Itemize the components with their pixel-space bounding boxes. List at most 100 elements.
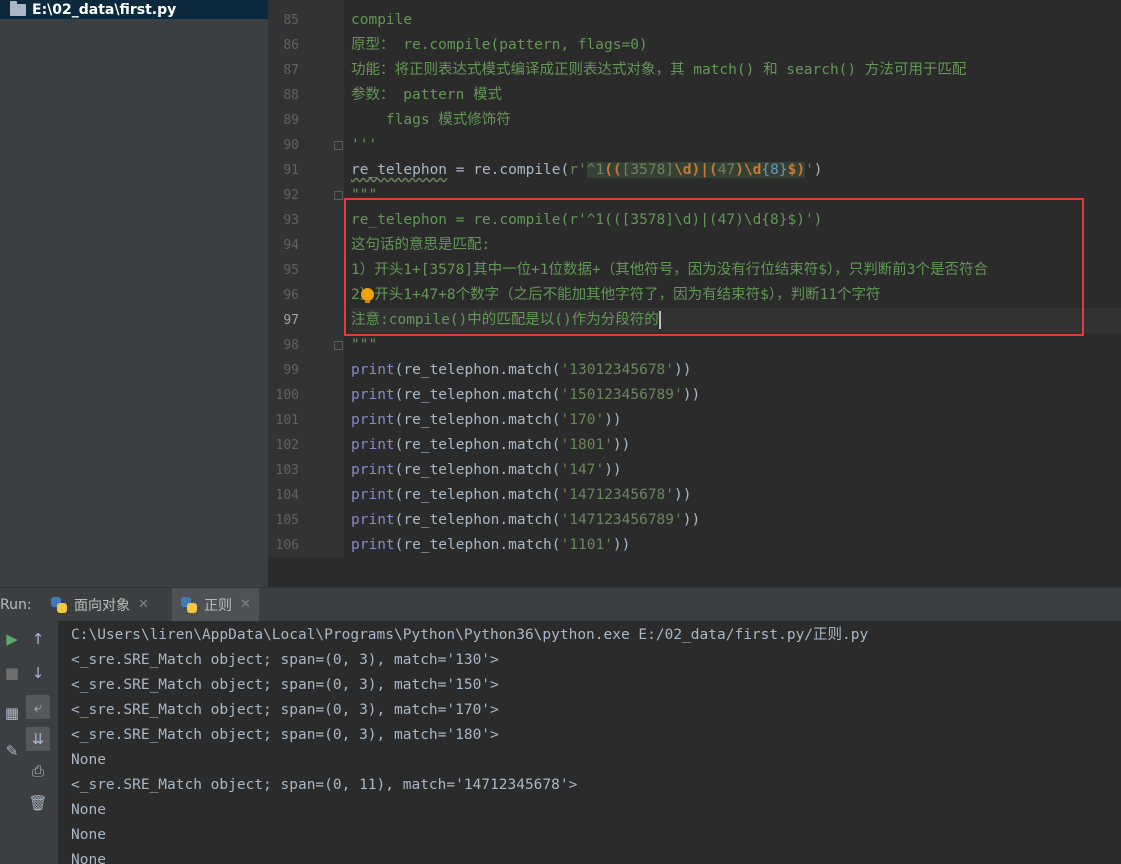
code-token: \d — [674, 162, 692, 178]
scroll-to-end-icon[interactable]: ⇊ — [26, 727, 50, 751]
code-line: print(re_telephon.match('14712345678')) — [351, 483, 692, 508]
code-line: print(re_telephon.match('147')) — [351, 458, 622, 483]
code-token: )) — [682, 387, 701, 403]
code-token: '14712345678' — [560, 487, 675, 503]
code-token: ^1 — [586, 162, 605, 178]
code-token: print — [351, 487, 395, 503]
code-token: )) — [612, 437, 631, 453]
console-output[interactable]: C:\Users\liren\AppData\Local\Programs\Py… — [58, 621, 1121, 864]
code-token: )) — [604, 412, 622, 428]
line-number-gutter: 85 86 87 88 89 90 91 92 93 94 95 96 97 98 99 100 101 102 1… — [268, 0, 344, 557]
code-line: print(re_telephon.match('13012345678')) — [351, 358, 692, 383]
code-token: (re_telephon.match( — [394, 512, 561, 528]
project-path-label: E:\02_data\first.py — [32, 1, 177, 18]
up-arrow-icon[interactable]: ↑ — [26, 627, 50, 651]
code-token: '150123456789' — [560, 387, 683, 403]
tab-mianxiangduixiang[interactable]: 面向对象 ✕ — [46, 588, 153, 621]
code-token: )) — [612, 537, 631, 553]
line-number: 105 — [275, 513, 299, 528]
tab-label: 面向对象 — [74, 597, 130, 614]
down-arrow-icon[interactable]: ↓ — [26, 661, 50, 685]
print-icon[interactable]: ⎙ — [26, 759, 50, 783]
code-token: 原型： re.compile(pattern, flags=0) — [351, 37, 648, 53]
code-token: = re.compile( — [447, 162, 570, 178]
code-line: 原型： re.compile(pattern, flags=0) — [351, 33, 648, 58]
code-token: ) — [813, 162, 823, 178]
code-token: print — [351, 437, 395, 453]
code-token: {8} — [761, 162, 788, 178]
code-token: (re_telephon.match( — [394, 412, 561, 428]
code-token: (re_telephon.match( — [394, 487, 561, 503]
code-token: print — [351, 362, 395, 378]
code-token: re_telephon — [351, 162, 448, 178]
run-icon[interactable]: ▶ — [0, 627, 24, 651]
code-token: """ — [351, 337, 378, 353]
run-tab-bar: Run: 面向对象 ✕ 正则 ✕ — [0, 587, 1121, 621]
code-token: compile — [351, 12, 413, 28]
line-number: 92 — [283, 188, 299, 203]
line-number: 102 — [275, 438, 299, 453]
line-number: 98 — [283, 338, 299, 353]
stop-icon[interactable]: ■ — [0, 661, 24, 685]
code-token: 参数： pattern 模式 — [351, 87, 503, 103]
code-token: print — [351, 412, 395, 428]
code-line: print(re_telephon.match('1801')) — [351, 433, 630, 458]
code-token: $) — [787, 162, 806, 178]
code-token: '147' — [560, 462, 605, 478]
fold-marker-icon[interactable] — [334, 141, 343, 150]
code-token: '170' — [560, 412, 605, 428]
project-tree-item-file[interactable]: E:\02_data\first.py — [0, 0, 268, 19]
fold-marker-icon[interactable] — [334, 341, 343, 350]
code-token: )) — [674, 487, 692, 503]
project-panel: E:\02_data\first.py — [0, 0, 268, 587]
console-line: None — [71, 852, 106, 864]
console-line: <_sre.SRE_Match object; span=(0, 11), ma… — [71, 777, 578, 793]
line-number: 93 — [283, 213, 299, 228]
line-number: 90 — [283, 138, 299, 153]
code-token: (re_telephon.match( — [394, 387, 561, 403]
code-token: (re_telephon.match( — [394, 462, 561, 478]
code-line: re_telephon = re.compile(r'^1(([3578]\d)… — [351, 158, 823, 183]
console-line: None — [71, 752, 106, 768]
code-token: print — [351, 387, 395, 403]
line-number: 89 — [283, 113, 299, 128]
line-number: 99 — [283, 363, 299, 378]
code-token: )) — [674, 362, 692, 378]
line-number: 95 — [283, 263, 299, 278]
line-number: 106 — [275, 538, 299, 553]
code-token: )|( — [691, 162, 718, 178]
close-icon[interactable]: ✕ — [240, 597, 251, 612]
run-toolbar: ▶ ↑ ■ ↓ ▦ ⤶ ⇊ ✎ ⎙ 🗑 — [0, 621, 58, 864]
code-token: 47 — [717, 162, 736, 178]
code-token: )) — [604, 462, 622, 478]
code-token: (( — [604, 162, 622, 178]
console-line: None — [71, 802, 106, 818]
code-line: flags 模式修饰符 — [351, 108, 511, 133]
console-line: <_sre.SRE_Match object; span=(0, 3), mat… — [71, 727, 499, 743]
line-number: 101 — [275, 413, 299, 428]
line-number: 91 — [283, 163, 299, 178]
code-token: '1101' — [560, 537, 613, 553]
code-line: compile — [351, 8, 412, 33]
pin-icon[interactable]: ✎ — [0, 739, 24, 763]
code-line: print(re_telephon.match('1101')) — [351, 533, 630, 558]
code-token: \d — [743, 162, 762, 178]
tab-zhengze[interactable]: 正则 ✕ — [172, 588, 259, 621]
fold-marker-icon[interactable] — [334, 191, 343, 200]
code-line: print(re_telephon.match('150123456789')) — [351, 383, 700, 408]
close-icon[interactable]: ✕ — [138, 597, 149, 612]
code-line: ''' — [351, 133, 377, 158]
line-number: 103 — [275, 463, 299, 478]
code-token: print — [351, 512, 395, 528]
code-token: (re_telephon.match( — [394, 537, 561, 553]
code-token: '1801' — [560, 437, 613, 453]
code-token: flags 模式修饰符 — [351, 112, 511, 128]
layout-icon[interactable]: ▦ — [0, 701, 24, 725]
trash-icon[interactable]: 🗑 — [26, 791, 50, 815]
editor-empty-area — [268, 557, 1121, 587]
code-line: print(re_telephon.match('170')) — [351, 408, 622, 433]
line-number: 86 — [283, 38, 299, 53]
soft-wrap-icon[interactable]: ⤶ — [26, 695, 50, 719]
tab-label: 正则 — [204, 597, 232, 614]
code-token: [3578] — [621, 162, 675, 178]
